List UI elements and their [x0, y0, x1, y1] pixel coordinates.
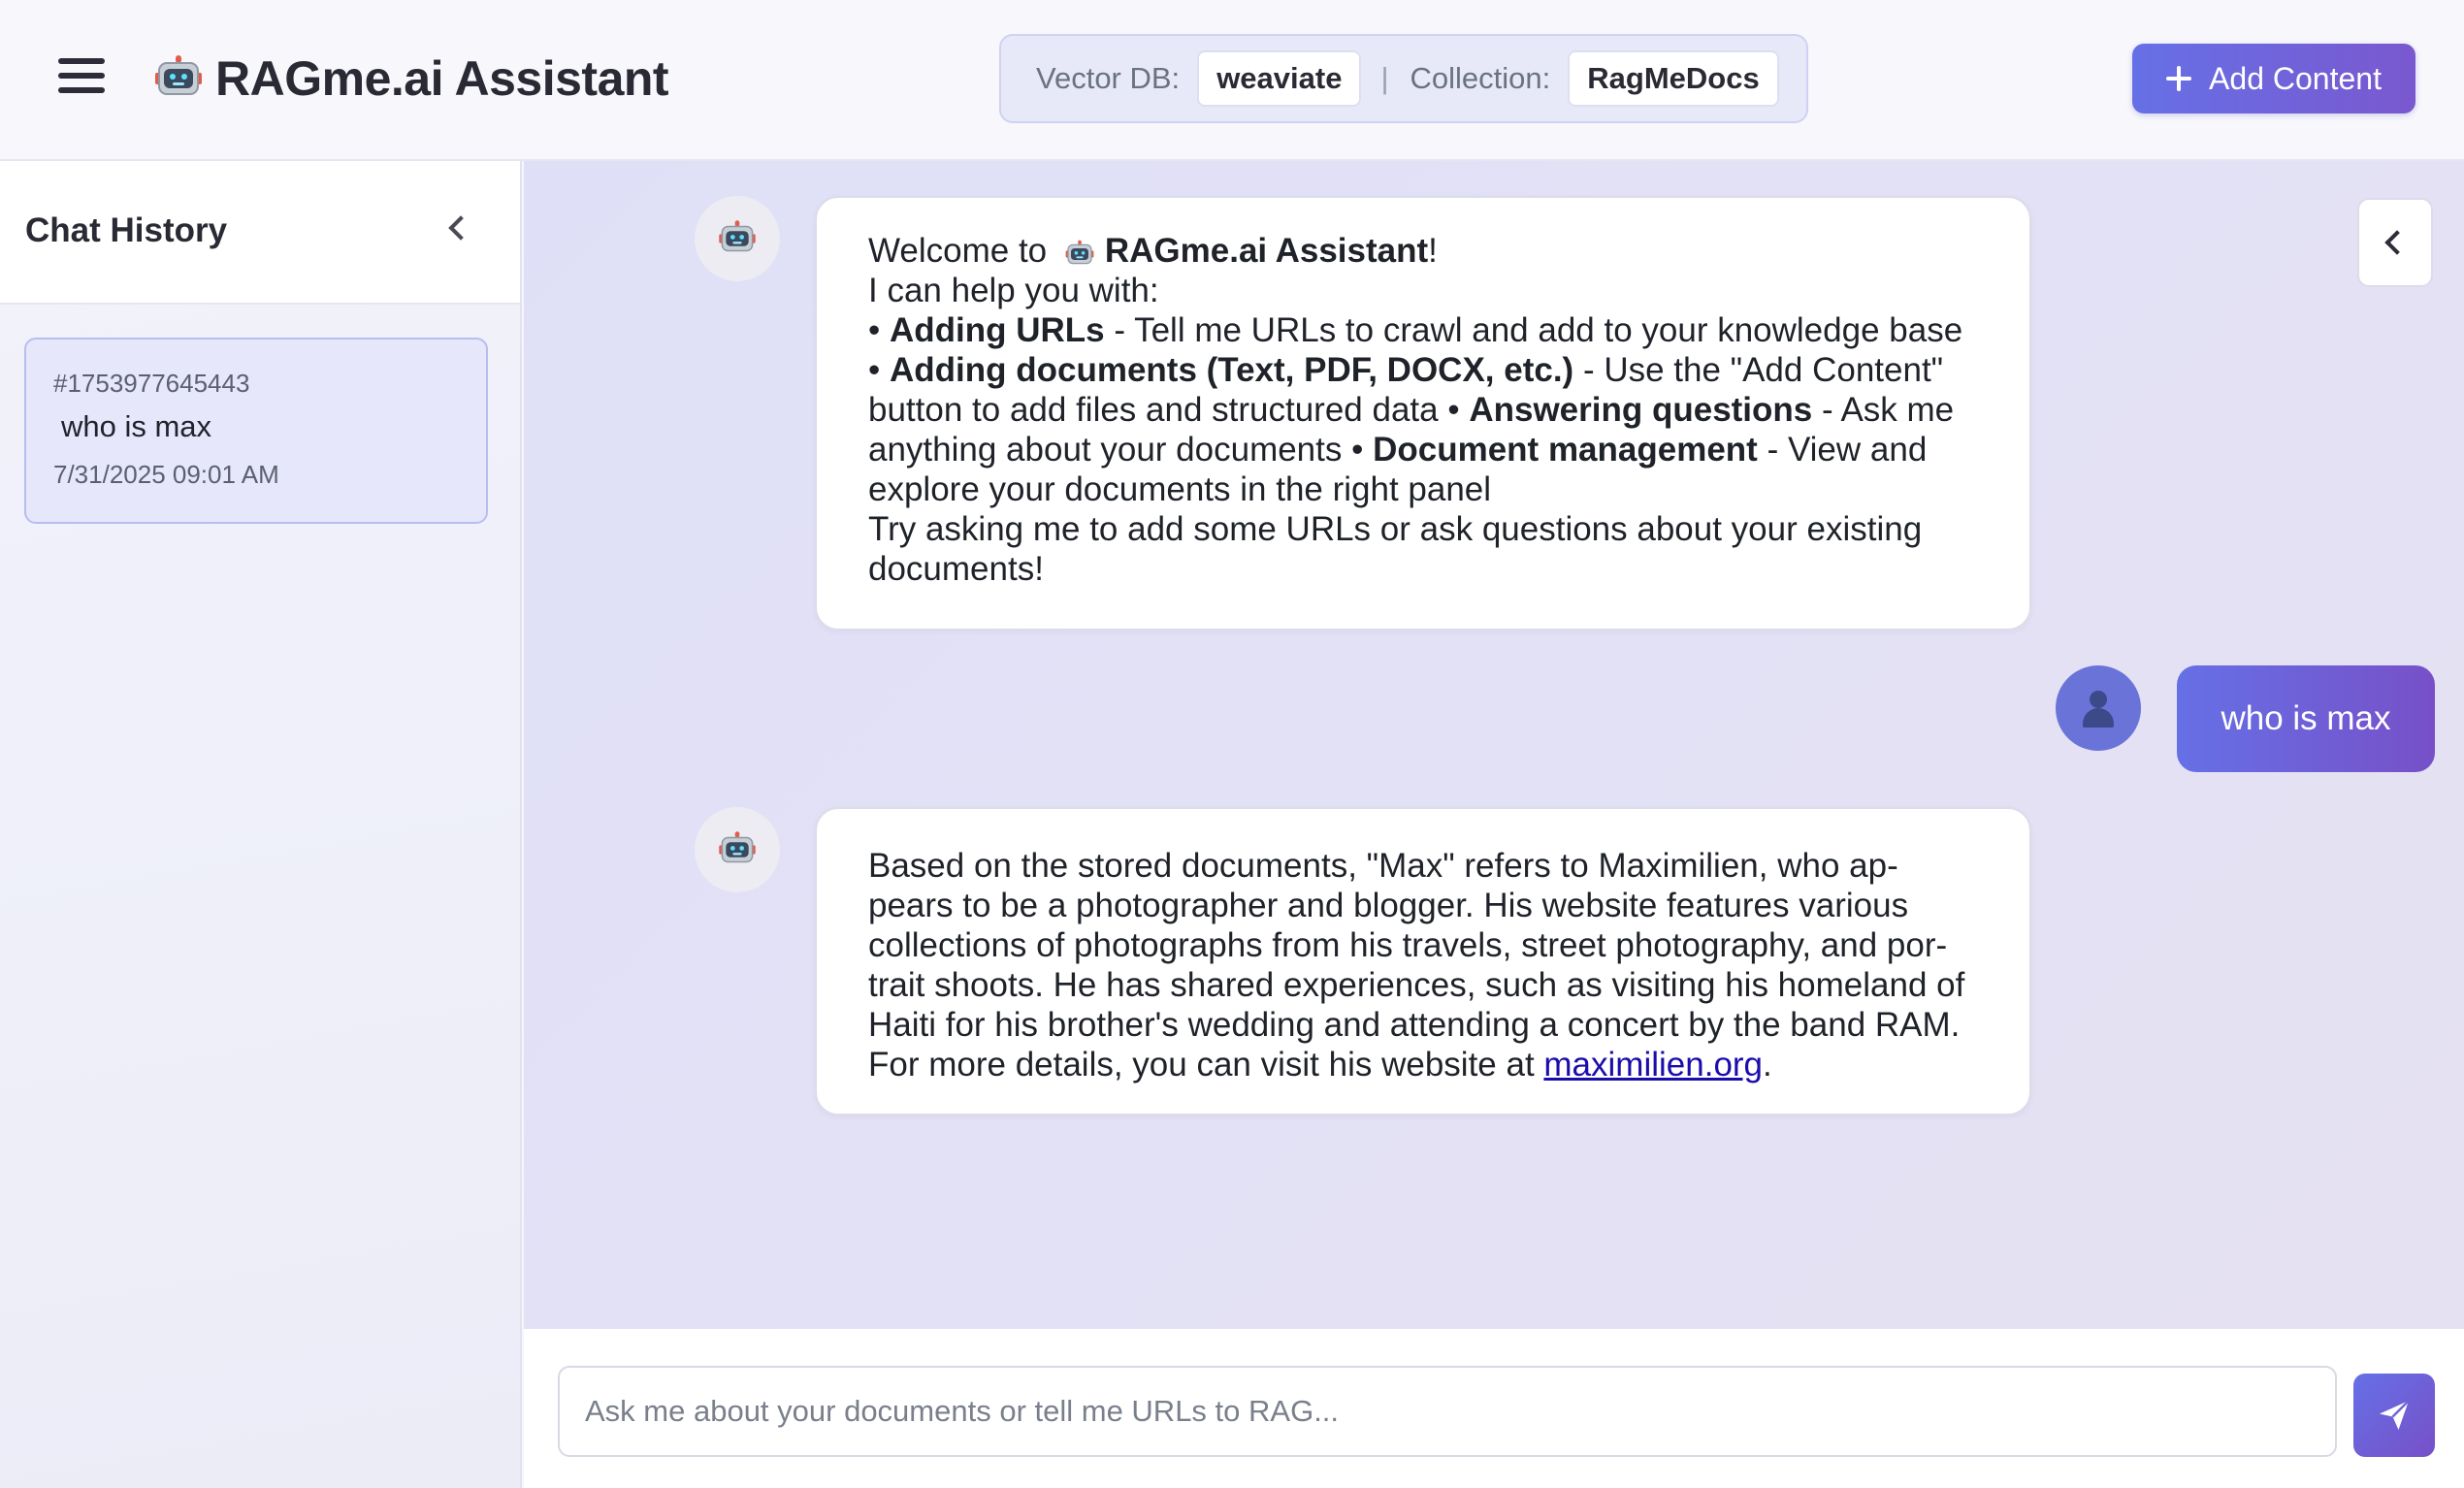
robot-icon	[719, 831, 756, 867]
chevron-left-icon	[448, 215, 473, 241]
feature-text: - View and	[1757, 431, 1928, 469]
vector-db-label: Vector DB:	[1036, 61, 1181, 95]
chat-id: #1753977645443	[53, 369, 250, 398]
answer-text: trait shoots. He has shared experiences,…	[868, 966, 1965, 1004]
bullet: •	[1447, 391, 1470, 429]
assistant-message-answer: Based on the stored documents, "Max" ref…	[815, 807, 2031, 1116]
answer-text: pears to be a photographer and blogger. …	[868, 887, 1909, 924]
answer-text: For more details, you can visit his webs…	[868, 1046, 1544, 1084]
answer-text: collections of photographs from his trav…	[868, 926, 1948, 964]
hamburger-menu-icon[interactable]	[54, 52, 109, 99]
feature-text: - Tell me URLs to crawl and add to your …	[1104, 311, 1963, 349]
feature-text: anything about your documents	[868, 431, 1352, 469]
app-title: RAGme.ai Assistant	[155, 45, 669, 113]
toggle-documents-panel-button[interactable]	[2357, 198, 2433, 287]
chat-date: 7/31/2025 09:01 AM	[53, 460, 279, 489]
feature-text: - Ask me	[1812, 391, 1955, 429]
assistant-avatar	[695, 196, 780, 281]
robot-icon	[155, 55, 202, 102]
website-link[interactable]: maximilien.org	[1543, 1046, 1763, 1084]
vector-db-badge: weaviate	[1197, 50, 1362, 107]
feature-title: Adding URLs	[889, 311, 1105, 349]
feature-text: explore your documents in the right pane…	[868, 470, 1492, 508]
welcome-app-name: RAGme.ai Assistant	[1104, 232, 1429, 270]
chat-question: who is max	[61, 409, 212, 443]
welcome-outro: documents!	[868, 550, 1044, 588]
answer-text: .	[1763, 1046, 1772, 1084]
feature-text: button to add files and structured data	[868, 391, 1448, 429]
robot-icon	[719, 220, 756, 256]
robot-icon	[1065, 240, 1094, 268]
feature-title: Answering questions	[1469, 391, 1813, 429]
user-avatar	[2056, 665, 2141, 751]
app-title-text: RAGme.ai Assistant	[215, 51, 669, 106]
assistant-message-welcome: Welcome to RAGme.ai Assistant! I can hel…	[815, 196, 2031, 631]
assistant-avatar	[695, 807, 780, 892]
chat-history-item[interactable]: #1753977645443 who is max 7/31/2025 09:0…	[24, 338, 488, 524]
send-button[interactable]	[2353, 1374, 2435, 1457]
welcome-intro: I can help you with:	[868, 272, 1159, 309]
feature-text: - Use the "Add Content"	[1573, 351, 1944, 389]
info-separator: |	[1380, 61, 1389, 95]
feature-title: Adding documents (Text, PDF, DOCX, etc.)	[889, 351, 1574, 389]
bullet: •	[1351, 431, 1374, 469]
paper-plane-icon	[2380, 1400, 2410, 1430]
add-content-label: Add Content	[2209, 60, 2382, 96]
user-message: who is max	[2177, 665, 2435, 772]
plus-icon	[2166, 66, 2192, 91]
welcome-outro: Try asking me to add some URLs or ask qu…	[868, 510, 1923, 548]
message-composer	[524, 1329, 2464, 1488]
collection-label: Collection:	[1410, 61, 1551, 95]
answer-text: Based on the stored documents, "Max" ref…	[868, 847, 1898, 885]
app-header: RAGme.ai Assistant Vector DB: weaviate |…	[0, 0, 2464, 161]
sidebar-title: Chat History	[25, 211, 228, 249]
bullet: •	[868, 351, 890, 389]
answer-text: Haiti for his brother's wedding and atte…	[868, 1006, 1961, 1044]
chat-area: Welcome to RAGme.ai Assistant! I can hel…	[524, 161, 2464, 1329]
bullet: •	[868, 311, 890, 349]
collapse-sidebar-button[interactable]	[438, 208, 481, 250]
chevron-left-icon	[2384, 230, 2410, 255]
collection-badge: RagMeDocs	[1568, 50, 1779, 107]
chat-history-sidebar: Chat History #1753977645443 who is max 7…	[0, 161, 522, 1488]
feature-title: Document management	[1373, 431, 1758, 469]
user-silhouette-icon	[2079, 689, 2118, 728]
welcome-prefix: Welcome to	[868, 232, 1056, 270]
welcome-suffix: !	[1428, 232, 1438, 270]
add-content-button[interactable]: Add Content	[2132, 44, 2415, 113]
sidebar-header: Chat History	[0, 161, 520, 305]
vector-db-info: Vector DB: weaviate | Collection: RagMeD…	[999, 34, 1808, 123]
message-input[interactable]	[558, 1366, 2337, 1457]
